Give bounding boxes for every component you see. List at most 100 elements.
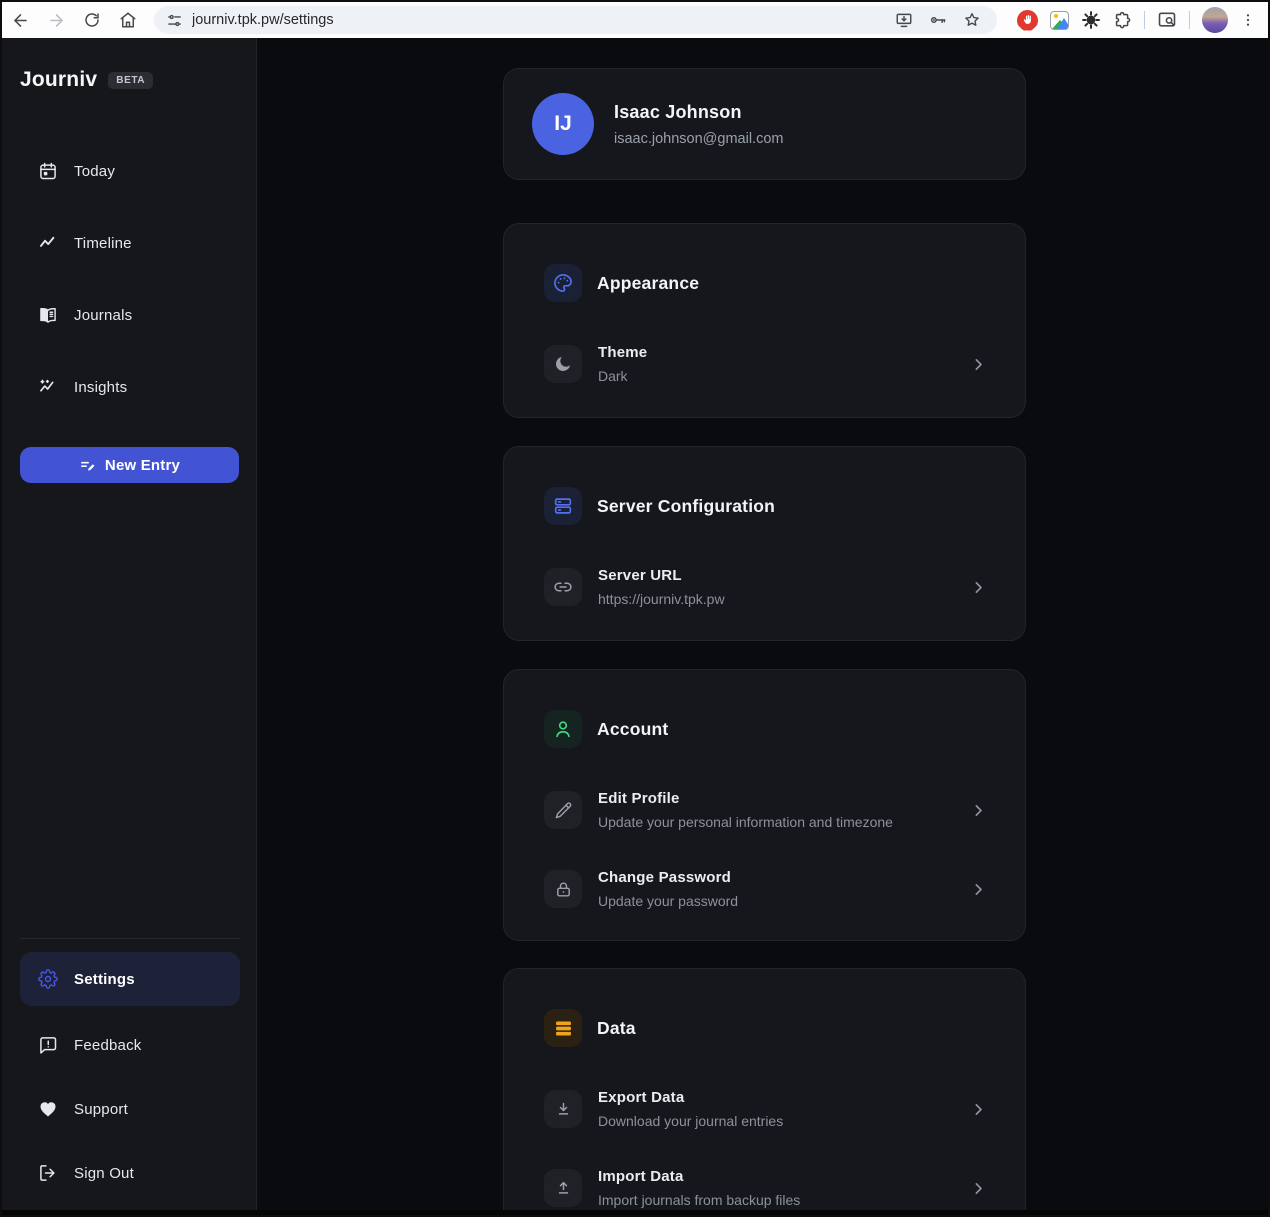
- sidebar-item-settings[interactable]: Settings: [20, 952, 240, 1006]
- sidebar-item-label: Insights: [74, 379, 127, 396]
- sidebar-item-label: Sign Out: [74, 1165, 134, 1182]
- rows-glyph: [553, 1018, 574, 1039]
- beta-badge: BETA: [108, 72, 153, 89]
- row-label: Theme: [598, 344, 954, 361]
- change-password-row[interactable]: Change Password Update your password: [544, 869, 987, 909]
- heart-icon: [38, 1099, 58, 1119]
- toolbar-separator: [1189, 11, 1190, 29]
- feedback-message-icon: [38, 1035, 58, 1055]
- reload-button[interactable]: [74, 3, 110, 37]
- book-open-icon: [38, 305, 58, 325]
- app-logo: Journiv: [20, 68, 97, 92]
- logout-icon: [38, 1163, 58, 1183]
- new-entry-button[interactable]: New Entry: [20, 447, 239, 483]
- moon-glyph: [553, 354, 573, 374]
- server-url-row[interactable]: Server URL https://journiv.tpk.pw: [544, 567, 987, 607]
- palette-glyph: [552, 272, 574, 294]
- chevron-right-icon: [970, 579, 987, 596]
- sidebar-item-today[interactable]: Today: [20, 151, 238, 191]
- home-button[interactable]: [110, 3, 146, 37]
- sidebar-item-journals[interactable]: Journals: [20, 295, 238, 335]
- chevron-right-icon: [970, 1101, 987, 1118]
- sidebar-item-support[interactable]: Support: [20, 1089, 240, 1129]
- calendar-icon: [38, 161, 58, 181]
- pencil-icon: [544, 791, 582, 829]
- row-value: https://journiv.tpk.pw: [598, 591, 954, 607]
- side-panel-search-icon[interactable]: [1157, 10, 1177, 30]
- lock-glyph: [554, 880, 573, 899]
- edit-profile-row[interactable]: Edit Profile Update your personal inform…: [544, 790, 987, 830]
- browser-profile-avatar[interactable]: [1202, 7, 1228, 33]
- data-card: Data Export Data Download your journal e…: [503, 968, 1026, 1210]
- settings-page: IJ Isaac Johnson isaac.johnson@gmail.com…: [258, 38, 1268, 1210]
- profile-name: Isaac Johnson: [614, 102, 783, 123]
- site-info-icon[interactable]: [166, 12, 183, 29]
- section-title: Data: [597, 1018, 636, 1039]
- extensions-puzzle-icon[interactable]: [1113, 11, 1132, 30]
- row-label: Server URL: [598, 567, 954, 584]
- chevron-right-icon: [970, 802, 987, 819]
- sidebar: Journiv BETA Today Timeline Journals Ins…: [2, 38, 257, 1210]
- section-title: Account: [597, 719, 668, 740]
- sidebar-item-label: Timeline: [74, 235, 132, 252]
- forward-button[interactable]: [38, 3, 74, 37]
- server-glyph: [552, 495, 574, 517]
- theme-row[interactable]: Theme Dark: [544, 344, 987, 384]
- server-config-card: Server Configuration Server URL https://…: [503, 446, 1026, 641]
- reload-icon: [83, 11, 101, 29]
- timeline-chart-icon: [38, 233, 58, 253]
- row-label: Import Data: [598, 1168, 954, 1185]
- appearance-card: Appearance Theme Dark: [503, 223, 1026, 418]
- adblock-extension-icon[interactable]: [1017, 10, 1038, 31]
- sidebar-item-label: Today: [74, 163, 115, 180]
- image-extension-icon[interactable]: [1050, 11, 1069, 30]
- palette-icon: [544, 264, 582, 302]
- sidebar-item-label: Support: [74, 1101, 128, 1118]
- link-glyph: [553, 577, 573, 597]
- hand-icon: [1022, 14, 1033, 26]
- sidebar-item-sign-out[interactable]: Sign Out: [20, 1153, 240, 1193]
- user-glyph: [552, 718, 574, 740]
- forward-arrow-icon: [47, 11, 66, 30]
- upload-icon: [544, 1169, 582, 1207]
- account-card: Account Edit Profile Update your persona…: [503, 669, 1026, 941]
- toolbar-separator: [1144, 11, 1145, 29]
- import-data-row[interactable]: Import Data Import journals from backup …: [544, 1168, 987, 1208]
- gear-icon: [38, 969, 58, 989]
- server-icon: [544, 487, 582, 525]
- sidebar-item-label: Settings: [74, 971, 135, 988]
- sidebar-item-insights[interactable]: Insights: [20, 367, 238, 407]
- sidebar-item-label: Journals: [74, 307, 132, 324]
- sidebar-item-feedback[interactable]: Feedback: [20, 1025, 240, 1065]
- window-bottom-edge: [0, 1210, 1270, 1217]
- link-icon: [544, 568, 582, 606]
- back-arrow-icon: [11, 11, 30, 30]
- row-description: Import journals from backup files: [598, 1192, 954, 1208]
- menu-kebab-icon[interactable]: [1240, 12, 1256, 28]
- home-icon: [119, 11, 137, 29]
- url-bar[interactable]: journiv.tpk.pw/settings: [154, 6, 997, 34]
- install-app-icon[interactable]: [895, 11, 913, 29]
- row-value: Dark: [598, 368, 954, 384]
- back-button[interactable]: [2, 3, 38, 37]
- section-title: Appearance: [597, 273, 699, 294]
- user-icon: [544, 710, 582, 748]
- sidebar-item-timeline[interactable]: Timeline: [20, 223, 238, 263]
- moon-icon: [544, 345, 582, 383]
- password-key-icon[interactable]: [929, 11, 947, 29]
- upload-glyph: [554, 1179, 573, 1198]
- profile-email: isaac.johnson@gmail.com: [614, 131, 783, 147]
- row-label: Export Data: [598, 1089, 954, 1106]
- row-label: Edit Profile: [598, 790, 954, 807]
- compose-icon: [79, 457, 96, 474]
- bookmark-star-icon[interactable]: [963, 11, 981, 29]
- row-description: Update your password: [598, 893, 954, 909]
- download-glyph: [554, 1100, 573, 1119]
- new-entry-label: New Entry: [105, 457, 180, 474]
- avatar: IJ: [532, 93, 594, 155]
- pencil-glyph: [554, 801, 573, 820]
- export-data-row[interactable]: Export Data Download your journal entrie…: [544, 1089, 987, 1129]
- download-icon: [544, 1090, 582, 1128]
- mountain-shape: [1057, 18, 1069, 29]
- sun-extension-icon[interactable]: [1081, 10, 1101, 30]
